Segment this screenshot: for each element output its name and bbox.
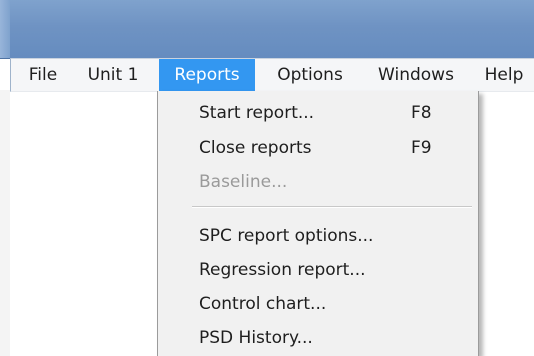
menu-separator	[192, 206, 472, 208]
spc-report-options-item[interactable]: SPC report options...	[158, 219, 478, 253]
window-content-edge	[0, 90, 10, 356]
regression-report-label: Regression report...	[199, 260, 366, 280]
psd-history-label: PSD History...	[199, 328, 313, 348]
reports-dropdown-menu: Start report... F8 Close reports F9 Base…	[157, 91, 479, 356]
regression-report-item[interactable]: Regression report...	[158, 253, 478, 287]
menu-windows[interactable]: Windows	[365, 59, 467, 91]
start-report-item[interactable]: Start report... F8	[158, 96, 478, 130]
menu-help[interactable]: Help	[479, 59, 529, 91]
menu-options[interactable]: Options	[265, 59, 355, 91]
close-reports-item[interactable]: Close reports F9	[158, 131, 478, 165]
menu-unit-1[interactable]: Unit 1	[81, 59, 145, 91]
spc-report-options-label: SPC report options...	[199, 226, 374, 246]
baseline-item: Baseline...	[158, 165, 478, 199]
control-chart-item[interactable]: Control chart...	[158, 287, 478, 321]
control-chart-label: Control chart...	[199, 294, 327, 314]
menu-file[interactable]: File	[23, 59, 63, 91]
window-title-bar	[0, 0, 534, 59]
close-reports-label: Close reports	[199, 138, 312, 158]
baseline-label: Baseline...	[199, 172, 288, 192]
menu-bar: File Unit 1 Reports Options Windows Help	[10, 58, 534, 92]
menu-reports[interactable]: Reports	[159, 59, 255, 91]
close-reports-shortcut: F9	[411, 138, 432, 158]
start-report-label: Start report...	[199, 103, 315, 123]
psd-history-item[interactable]: PSD History...	[158, 321, 478, 355]
window-frame-edge	[0, 0, 10, 58]
start-report-shortcut: F8	[411, 103, 432, 123]
